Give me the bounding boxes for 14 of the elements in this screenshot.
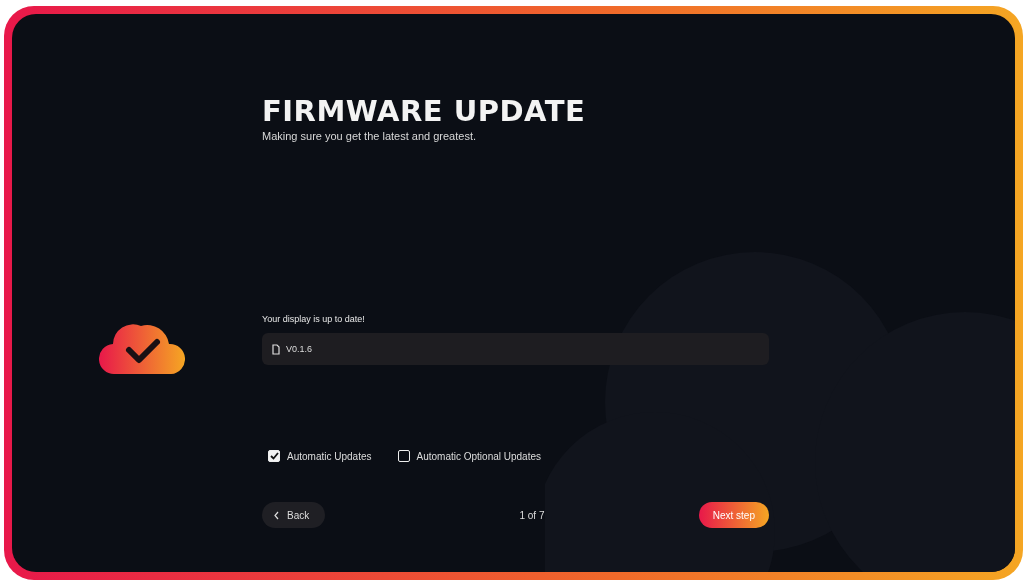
- chevron-left-icon: [274, 510, 279, 520]
- checkbox-label: Automatic Updates: [287, 450, 372, 462]
- next-step-button[interactable]: Next step: [698, 502, 769, 528]
- back-button[interactable]: Back: [262, 502, 326, 528]
- page-title: FIRMWARE UPDATE: [262, 94, 587, 128]
- version-text: V0.1.6: [286, 344, 313, 354]
- option-checkbox[interactable]: Automatic Updates: [268, 450, 372, 462]
- page-subtitle: Making sure you get the latest and greatest.: [262, 130, 478, 142]
- status-label: Your display is up to date!: [262, 314, 366, 324]
- checkbox[interactable]: [268, 450, 280, 462]
- file-icon: [272, 343, 280, 355]
- check-icon: [269, 452, 279, 460]
- step-counter: 1 of 7: [519, 509, 545, 521]
- checkbox[interactable]: [397, 450, 410, 462]
